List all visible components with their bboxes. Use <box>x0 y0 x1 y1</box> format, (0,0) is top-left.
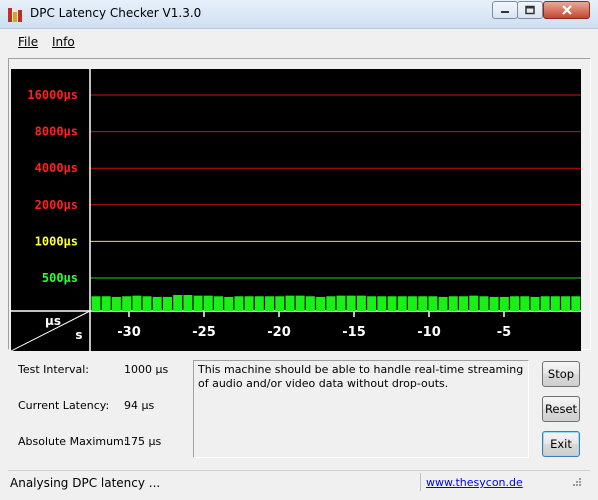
menu-info-label: Info <box>52 35 75 49</box>
latency-bar <box>142 296 152 311</box>
latency-bar <box>346 295 356 311</box>
latency-bar <box>397 296 407 311</box>
close-icon <box>561 5 572 15</box>
menu-file[interactable]: File <box>18 35 38 49</box>
absolute-maximum-label: Absolute Maximum: <box>18 435 128 448</box>
status-separator <box>420 473 421 491</box>
y-axis-label: 500µs <box>42 271 78 285</box>
unit-label-us: µs <box>45 314 61 328</box>
latency-bar <box>244 296 254 311</box>
menu-file-label: File <box>18 35 39 49</box>
latency-bar <box>101 296 111 311</box>
latency-bar <box>550 296 560 311</box>
y-axis-label: 2000µs <box>35 198 78 212</box>
latency-bar <box>489 296 499 311</box>
x-tick-label: -30 <box>117 325 141 340</box>
latency-bar <box>561 296 571 311</box>
x-tick-label: -20 <box>267 325 291 340</box>
x-tick-label: -15 <box>342 325 366 340</box>
y-axis-label: 4000µs <box>35 161 78 175</box>
latency-bar <box>295 295 305 311</box>
latency-bar <box>520 296 530 311</box>
exit-button[interactable]: Exit <box>542 431 580 457</box>
test-interval-label: Test Interval: <box>18 363 89 376</box>
latency-bar <box>418 296 428 311</box>
test-interval-value: 1000 µs <box>124 363 169 376</box>
latency-bar <box>132 295 142 311</box>
latency-bar <box>162 296 172 311</box>
latency-bar <box>336 295 346 311</box>
latency-bar <box>224 296 234 311</box>
latency-bar <box>214 296 224 311</box>
unit-label-s: s <box>75 328 82 342</box>
reset-button[interactable]: Reset <box>542 396 580 422</box>
minimize-icon <box>501 11 509 13</box>
latency-bar <box>530 296 540 311</box>
latency-bar <box>469 295 479 311</box>
latency-bar <box>275 296 285 311</box>
title-bar[interactable]: DPC Latency Checker V1.3.0 <box>0 0 598 29</box>
window-title: DPC Latency Checker V1.3.0 <box>30 6 202 20</box>
x-tick-label: -10 <box>417 325 441 340</box>
latency-bar <box>459 296 469 311</box>
current-latency-value: 94 µs <box>124 399 155 412</box>
latency-bar <box>438 296 448 311</box>
latency-bar <box>367 296 377 311</box>
maximize-icon <box>525 5 535 15</box>
latency-bar <box>316 296 326 311</box>
app-icon <box>8 8 24 22</box>
latency-bar <box>510 296 520 311</box>
latency-bar <box>326 296 336 311</box>
absolute-maximum-value: 175 µs <box>124 435 162 448</box>
result-message: This machine should be able to handle re… <box>193 360 529 458</box>
latency-graph: 16000µs 8000µs 4000µs 2000µs 1000µs 500µs µss -… <box>11 69 581 351</box>
current-latency-label: Current Latency: <box>18 399 110 412</box>
latency-bar <box>91 296 101 311</box>
latency-bar <box>428 296 438 311</box>
status-bar: Analysing DPC latency ... www.thesycon.d… <box>8 470 590 493</box>
stop-button[interactable]: Stop <box>542 361 580 387</box>
latency-bar <box>173 295 183 311</box>
menu-bar: File Info <box>8 30 590 54</box>
latency-bar <box>540 296 550 311</box>
x-tick-label: -25 <box>192 325 216 340</box>
y-axis-label: 1000µs <box>35 234 78 248</box>
latency-bar <box>183 295 193 311</box>
latency-bar <box>448 296 458 311</box>
latency-bar <box>387 296 397 311</box>
x-tick-label: -5 <box>497 325 511 340</box>
y-axis-label: 16000µs <box>27 88 78 102</box>
latency-bar <box>265 296 275 311</box>
close-button[interactable] <box>543 1 590 19</box>
latency-bar <box>499 296 509 311</box>
latency-bar <box>571 296 581 311</box>
menu-info[interactable]: Info <box>52 35 75 49</box>
y-axis-label: 8000µs <box>35 125 78 139</box>
latency-bar <box>479 296 489 311</box>
latency-bar <box>305 296 315 311</box>
latency-bar <box>254 296 264 311</box>
latency-bar <box>122 296 132 311</box>
latency-bar <box>193 295 203 311</box>
status-text: Analysing DPC latency ... <box>10 476 161 490</box>
latency-bar <box>152 296 162 311</box>
maximize-button[interactable] <box>517 1 543 19</box>
latency-bar <box>111 296 121 311</box>
minimize-button[interactable] <box>492 1 518 19</box>
latency-bar <box>407 296 417 311</box>
latency-bar <box>203 295 213 311</box>
resize-grip-icon[interactable] <box>572 477 582 487</box>
latency-bar <box>356 295 366 311</box>
website-link[interactable]: www.thesycon.de <box>426 476 523 489</box>
latency-bar <box>285 295 295 311</box>
latency-bar <box>234 296 244 311</box>
latency-bar <box>377 296 387 311</box>
